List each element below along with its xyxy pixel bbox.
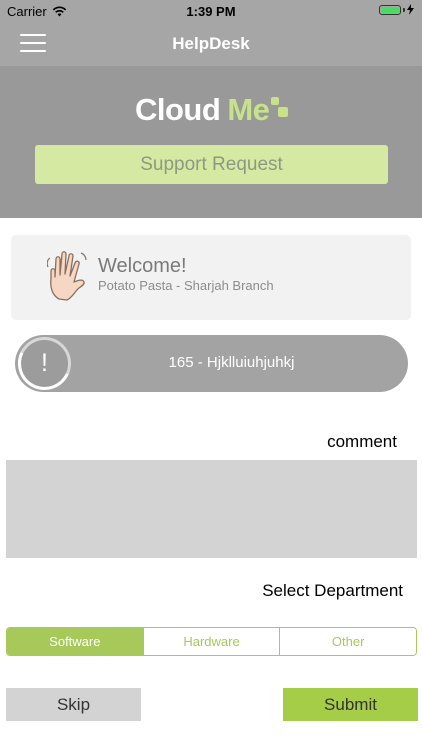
ticket-item[interactable]: ! 165 - Hjklluiuhjuhkj — [10, 329, 408, 398]
logo-squares-icon — [271, 95, 291, 125]
page-title: HelpDesk — [172, 34, 250, 53]
battery-tip — [403, 7, 405, 12]
welcome-card: Welcome! Potato Pasta - Sharjah Branch — [11, 235, 411, 320]
charging-bolt-icon — [407, 4, 414, 15]
battery-indicator — [379, 4, 414, 15]
progress-arc — [10, 329, 79, 398]
logo-text-cloud: Cloud — [135, 92, 221, 127]
department-option-hardware[interactable]: Hardware — [142, 628, 280, 655]
welcome-branch: Potato Pasta - Sharjah Branch — [98, 278, 274, 293]
status-bar: Carrier 1:39 PM — [0, 0, 422, 22]
welcome-title: Welcome! — [98, 255, 187, 277]
cloudme-logo: Cloud Me — [135, 92, 291, 128]
logo-text-me: Me — [227, 92, 270, 127]
nav-bar: HelpDesk — [0, 22, 422, 66]
ticket-title: 165 - Hjklluiuhjuhkj — [168, 354, 295, 371]
skip-button[interactable]: Skip — [6, 688, 141, 721]
submit-button[interactable]: Submit — [283, 688, 418, 721]
brand-header: Cloud Me Support Request — [0, 66, 422, 218]
support-request-button[interactable]: Support Request — [35, 145, 388, 184]
status-time: 1:39 PM — [186, 4, 236, 19]
comment-input[interactable] — [6, 460, 417, 558]
exclamation-icon: ! — [10, 329, 79, 398]
department-segmented-control: Software Hardware Other — [6, 627, 417, 656]
department-option-software[interactable]: Software — [7, 628, 143, 655]
battery-icon — [379, 4, 401, 15]
department-label: Select Department — [262, 581, 403, 600]
waving-hand-icon — [47, 251, 87, 301]
comment-label: comment — [327, 432, 397, 451]
department-option-other[interactable]: Other — [279, 628, 416, 655]
